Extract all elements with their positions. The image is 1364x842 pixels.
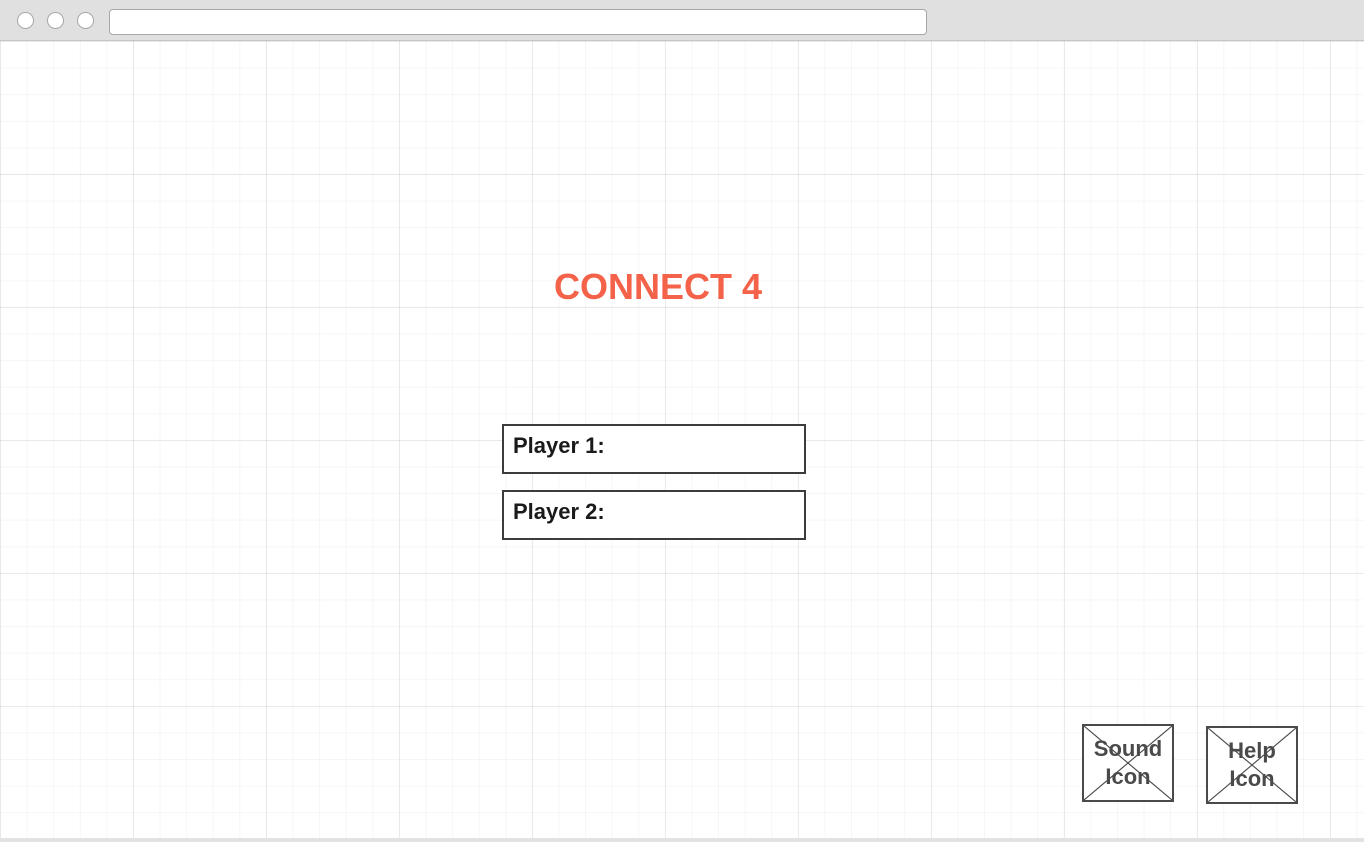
help-icon-label: Help Icon bbox=[1228, 738, 1276, 791]
player-2-label: Player 2: bbox=[513, 499, 605, 524]
zoom-window-button[interactable] bbox=[77, 12, 94, 29]
sound-icon[interactable]: Sound Icon bbox=[1082, 724, 1174, 802]
window-bottom-edge bbox=[0, 838, 1364, 842]
help-icon[interactable]: Help Icon bbox=[1206, 726, 1298, 804]
player-1-label: Player 1: bbox=[513, 433, 605, 458]
close-window-button[interactable] bbox=[17, 12, 34, 29]
browser-titlebar bbox=[0, 0, 1364, 41]
game-title: CONNECT 4 bbox=[553, 266, 763, 307]
minimize-window-button[interactable] bbox=[47, 12, 64, 29]
address-bar[interactable] bbox=[109, 9, 927, 35]
sound-icon-label: Sound Icon bbox=[1093, 736, 1163, 789]
browser-window: CONNECT 4 Player 1: Player 2: Sound Icon… bbox=[0, 0, 1364, 842]
player-1-field[interactable]: Player 1: bbox=[502, 424, 806, 474]
player-2-field[interactable]: Player 2: bbox=[502, 490, 806, 540]
